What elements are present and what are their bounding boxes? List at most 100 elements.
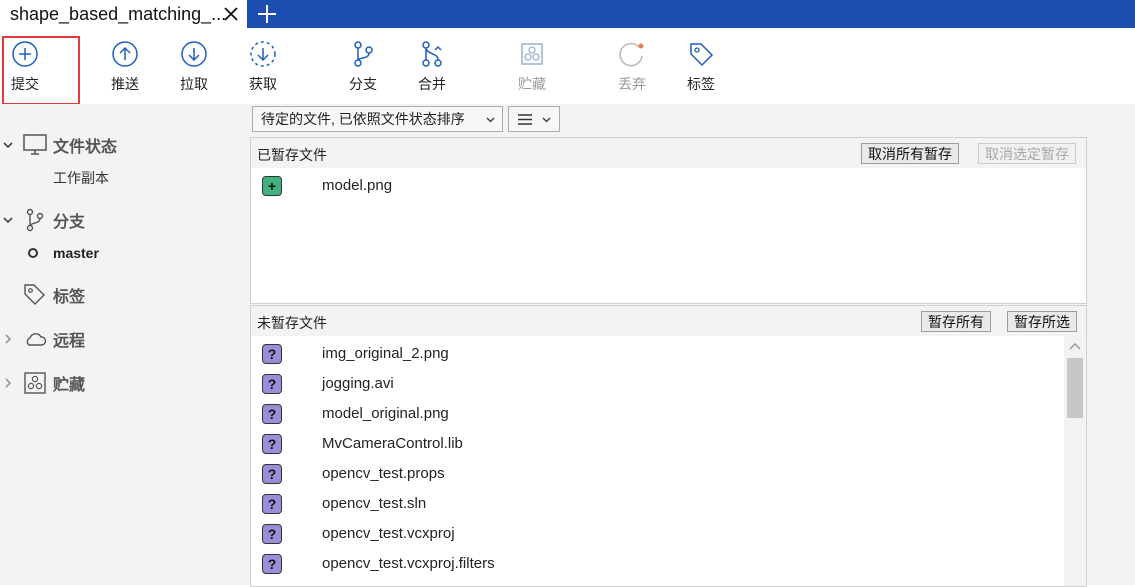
- stage-all-button[interactable]: 暂存所有: [921, 311, 991, 332]
- unstage-selected-button[interactable]: 取消选定暂存: [978, 143, 1076, 164]
- filter-bar: 待定的文件, 已依照文件状态排序: [249, 104, 1135, 137]
- tag-icon: [690, 43, 714, 67]
- staged-files-panel: 已暂存文件 取消所有暂存 取消选定暂存 + model.png: [250, 137, 1087, 304]
- arrow-up-circle-icon: [112, 41, 138, 67]
- file-name: opencv_test.props: [322, 465, 445, 482]
- file-name: img_original_2.png: [322, 345, 449, 362]
- scroll-up-arrow-icon[interactable]: [1069, 342, 1081, 350]
- discard-button[interactable]: 丢弃: [597, 28, 667, 104]
- unstaged-file-row[interactable]: ? jogging.avi: [251, 369, 1066, 399]
- stashes-label: 贮藏: [53, 377, 86, 394]
- staged-file-row[interactable]: + model.png: [251, 171, 1066, 201]
- file-name: model_original.png: [322, 405, 449, 422]
- list-view-icon: [518, 114, 532, 125]
- pull-button[interactable]: 拉取: [159, 28, 229, 104]
- add-tab-icon[interactable]: [254, 1, 280, 27]
- tag-button[interactable]: 标签: [666, 28, 736, 104]
- chevron-down-icon: [486, 117, 495, 123]
- pull-label: 拉取: [180, 76, 208, 92]
- untracked-file-icon: ?: [262, 344, 282, 364]
- branches-label: 分支: [53, 214, 86, 231]
- push-label: 推送: [111, 76, 139, 92]
- chevron-right-icon[interactable]: [2, 377, 14, 389]
- tag-label: 标签: [687, 76, 715, 92]
- commit-button[interactable]: 提交: [0, 28, 60, 104]
- branch-button[interactable]: 分支: [328, 28, 398, 104]
- file-name: model.png: [322, 177, 393, 194]
- sidebar: 文件状态 工作副本 分支 master 标签 远程 贮藏: [0, 104, 249, 585]
- stash-button[interactable]: 贮藏: [497, 28, 567, 104]
- unstaged-panel-header: 未暂存文件 暂存所有 暂存所选: [251, 306, 1086, 336]
- merge-button[interactable]: 合并: [397, 28, 467, 104]
- file-status-label: 文件状态: [53, 139, 118, 156]
- current-branch-dot-icon: [28, 248, 38, 258]
- untracked-file-icon: ?: [262, 554, 282, 574]
- file-name: opencv_test.vcxproj.filters: [322, 555, 495, 572]
- stash-box-icon: [24, 372, 46, 394]
- staged-title: 已暂存文件: [257, 147, 327, 163]
- tag-icon: [24, 284, 45, 305]
- untracked-file-icon: ?: [262, 524, 282, 544]
- unstaged-files-panel: 未暂存文件 暂存所有 暂存所选 ? img_original_2.png ? j…: [250, 305, 1087, 587]
- branch-label: 分支: [349, 76, 377, 92]
- file-name: opencv_test.sln: [322, 495, 427, 512]
- working-copy-label: 工作副本: [53, 170, 109, 186]
- stash-label: 贮藏: [518, 76, 546, 92]
- cloud-icon: [26, 333, 47, 346]
- monitor-icon: [23, 134, 47, 155]
- unstaged-file-row[interactable]: ? model_original.png: [251, 399, 1066, 429]
- vertical-scrollbar[interactable]: [1064, 336, 1086, 586]
- fetch-button[interactable]: 获取: [228, 28, 298, 104]
- untracked-file-icon: ?: [262, 494, 282, 514]
- commit-label: 提交: [11, 76, 39, 92]
- arrow-down-circle-icon: [181, 41, 207, 67]
- branch-icon: [26, 208, 44, 232]
- unstage-all-button[interactable]: 取消所有暂存: [861, 143, 959, 164]
- sidebar-item-tags[interactable]: 标签: [0, 281, 249, 309]
- untracked-file-icon: ?: [262, 434, 282, 454]
- remotes-label: 远程: [53, 333, 86, 350]
- discard-refresh-icon: [619, 42, 644, 67]
- close-icon[interactable]: [221, 4, 241, 24]
- untracked-file-icon: ?: [262, 404, 282, 424]
- toolbar: 提交 推送 拉取 获取 分支 合并 贮藏 丢弃 标签: [0, 28, 1135, 105]
- unstaged-file-row[interactable]: ? img_original_2.png: [251, 339, 1066, 369]
- master-branch-label: master: [53, 245, 99, 261]
- chevron-down-icon[interactable]: [2, 139, 14, 151]
- sidebar-item-branches[interactable]: 分支: [0, 206, 249, 234]
- repo-tab-title: shape_based_matching_...: [10, 3, 227, 24]
- sort-dropdown-label: 待定的文件, 已依照文件状态排序: [261, 111, 465, 127]
- unstaged-file-row[interactable]: ? opencv_test.props: [251, 459, 1066, 489]
- sidebar-item-stashes[interactable]: 贮藏: [0, 369, 249, 397]
- added-file-icon: +: [262, 176, 282, 196]
- file-name: jogging.avi: [322, 375, 394, 392]
- unstaged-file-row[interactable]: ? opencv_test.sln: [251, 489, 1066, 519]
- view-mode-dropdown[interactable]: [508, 106, 560, 132]
- chevron-down-icon[interactable]: [2, 214, 14, 226]
- stash-box-icon: [521, 43, 543, 65]
- untracked-file-icon: ?: [262, 464, 282, 484]
- stage-selected-button[interactable]: 暂存所选: [1007, 311, 1077, 332]
- untracked-file-icon: ?: [262, 374, 282, 394]
- fetch-dashed-circle-icon: [250, 41, 276, 67]
- fetch-label: 获取: [249, 76, 277, 92]
- chevron-down-icon: [542, 117, 551, 123]
- sidebar-item-remotes[interactable]: 远程: [0, 325, 249, 353]
- sidebar-item-file-status[interactable]: 文件状态: [0, 131, 249, 159]
- repo-tab[interactable]: shape_based_matching_...: [0, 0, 247, 28]
- push-button[interactable]: 推送: [90, 28, 160, 104]
- scroll-thumb[interactable]: [1067, 358, 1083, 418]
- unstaged-file-row[interactable]: ? opencv_test.vcxproj.filters: [251, 549, 1066, 579]
- unstaged-file-row[interactable]: ? opencv_test.vcxproj: [251, 519, 1066, 549]
- file-name: MvCameraControl.lib: [322, 435, 463, 452]
- chevron-right-icon[interactable]: [2, 333, 14, 345]
- unstaged-file-row[interactable]: ? MvCameraControl.lib: [251, 429, 1066, 459]
- sidebar-item-working-copy[interactable]: 工作副本: [0, 164, 249, 192]
- plus-circle-icon: [12, 41, 38, 67]
- tab-bar: shape_based_matching_...: [0, 0, 1135, 28]
- sort-dropdown[interactable]: 待定的文件, 已依照文件状态排序: [252, 106, 503, 132]
- main-area: 待定的文件, 已依照文件状态排序 已暂存文件 取消所有暂存 取消选定暂存 + m…: [249, 104, 1135, 587]
- merge-icon: [422, 41, 442, 67]
- branch-icon: [354, 41, 373, 67]
- sidebar-item-master[interactable]: master: [0, 239, 249, 267]
